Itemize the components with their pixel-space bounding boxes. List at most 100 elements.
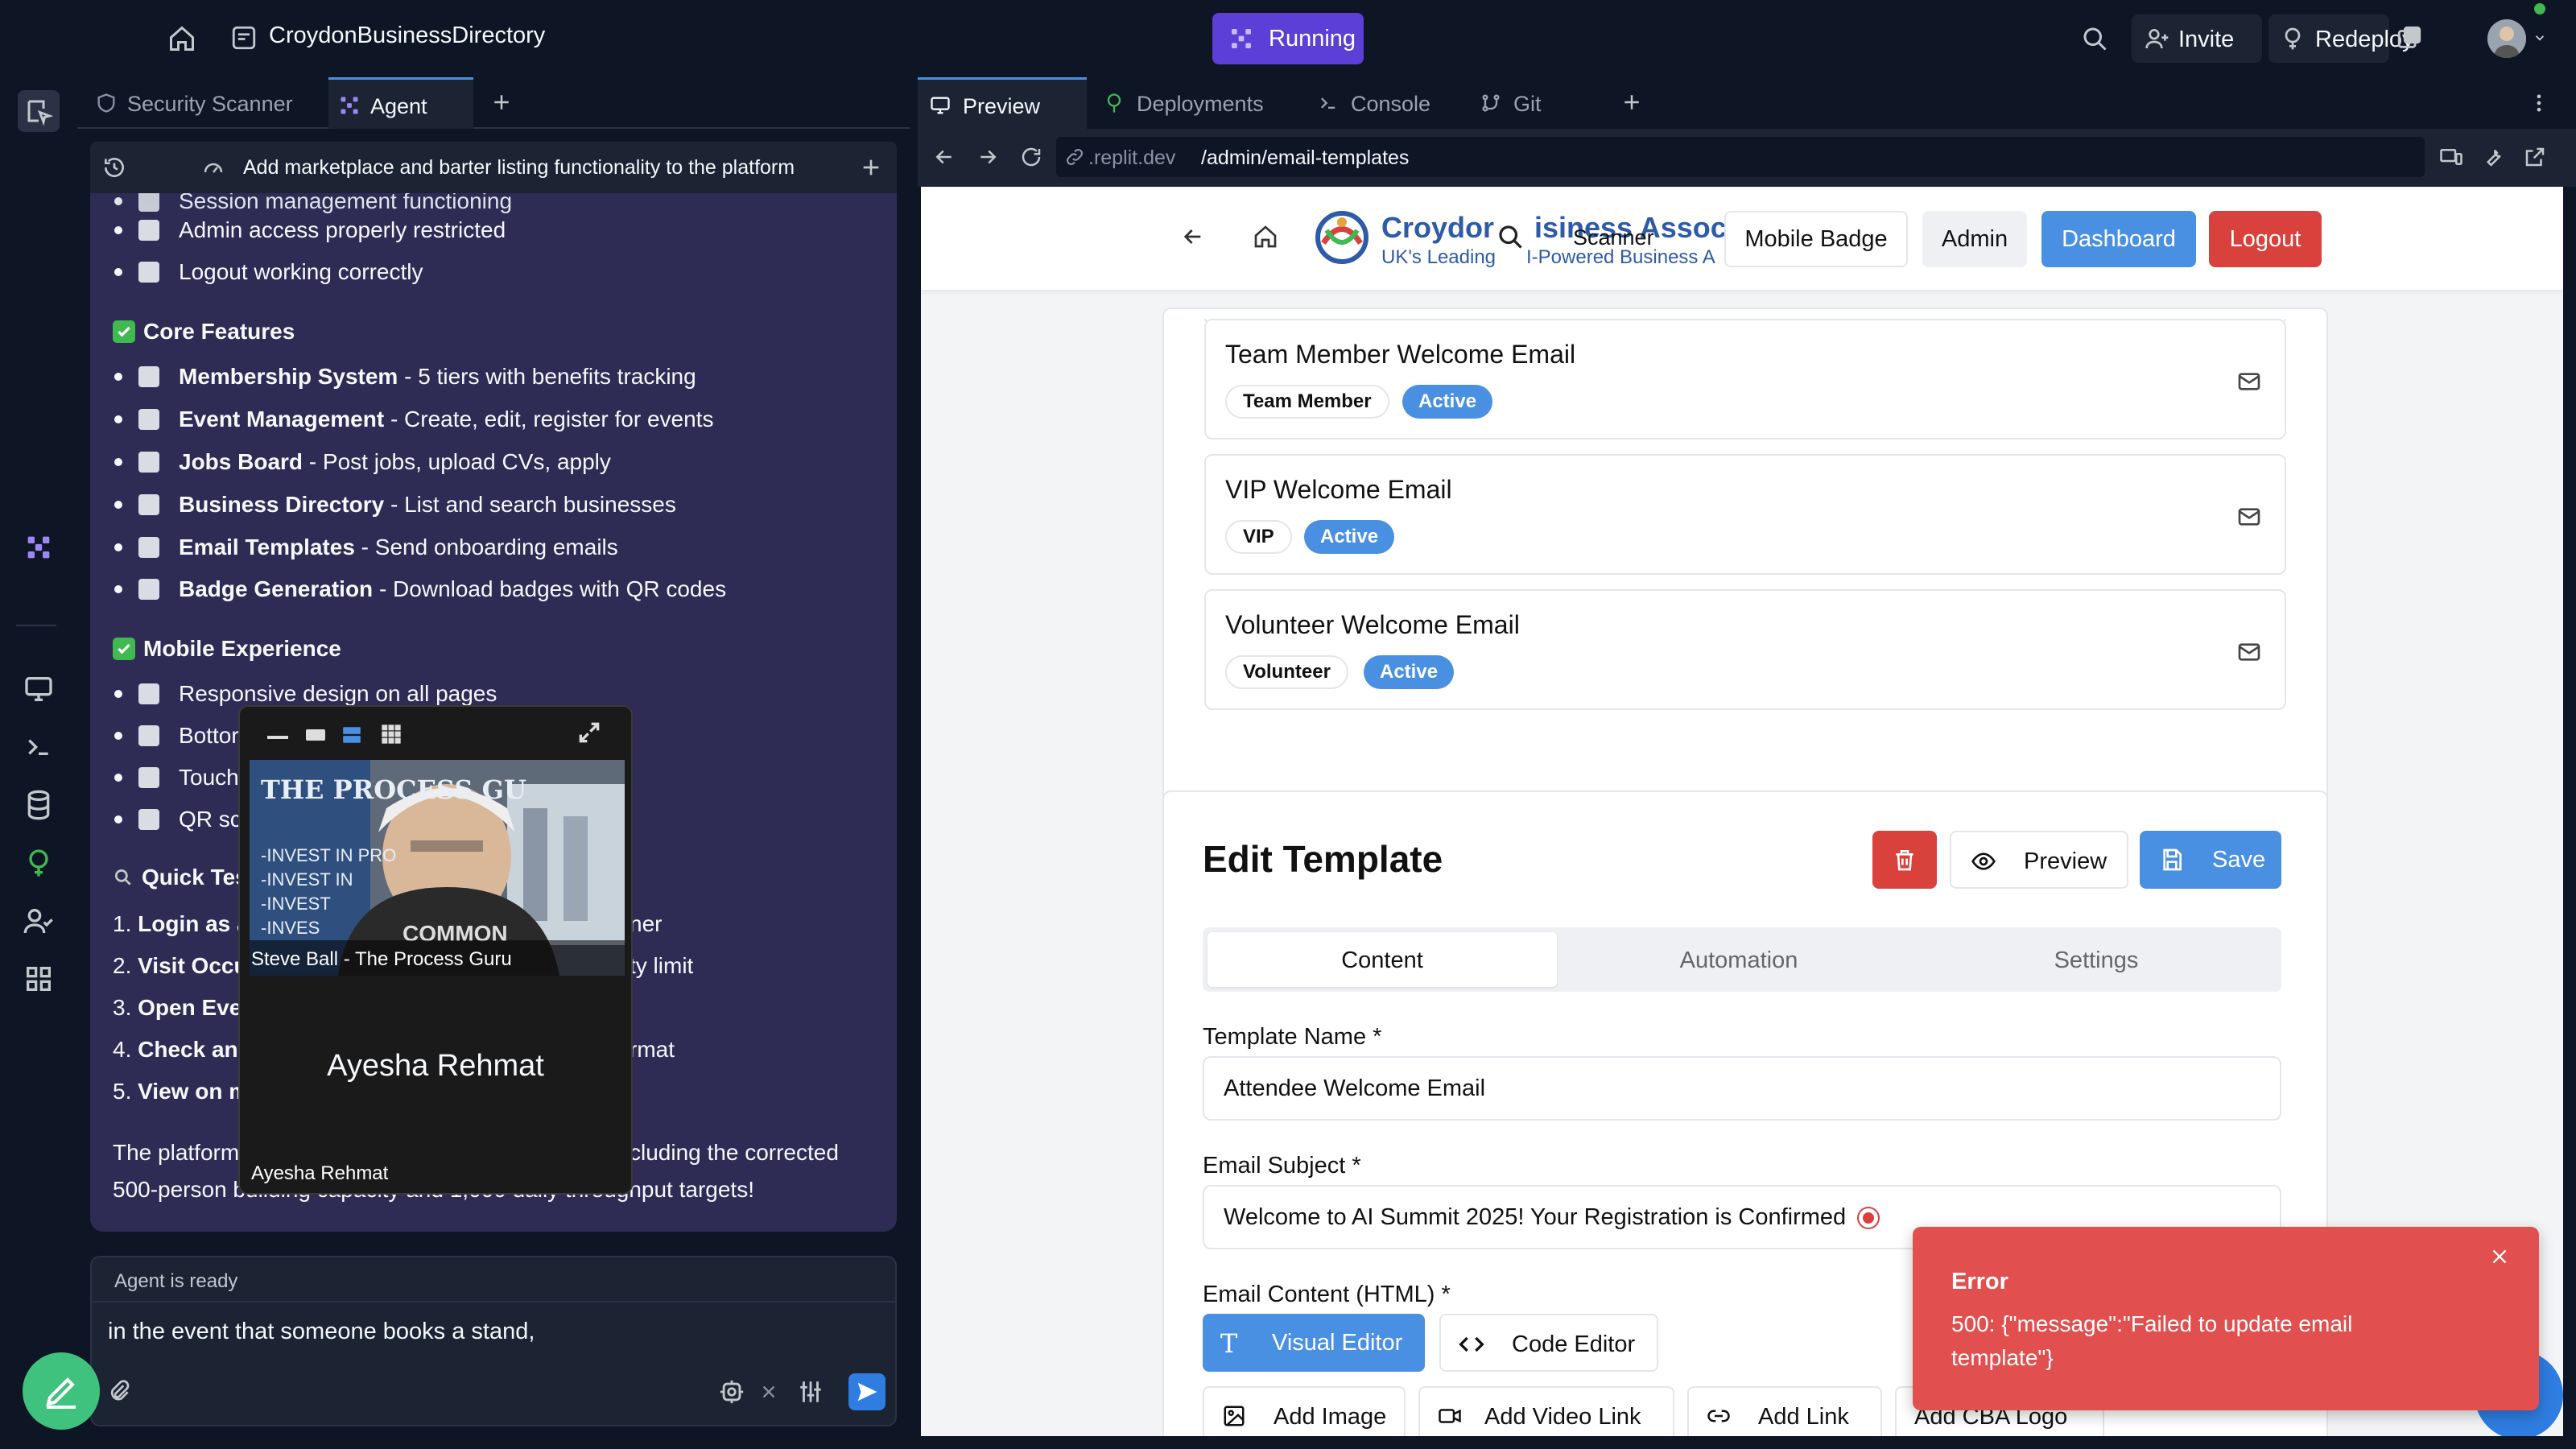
tab-security-scanner[interactable]: Security Scanner bbox=[84, 77, 325, 129]
redeploy-button[interactable]: Redeploy bbox=[2268, 14, 2414, 63]
monitor-icon[interactable] bbox=[23, 673, 55, 705]
minimize-icon[interactable] bbox=[267, 736, 288, 739]
checkbox[interactable] bbox=[138, 220, 159, 241]
admin-button[interactable]: Admin bbox=[1922, 211, 2027, 267]
agent-icon[interactable] bbox=[23, 531, 55, 564]
chevron-down-icon[interactable] bbox=[2533, 31, 2547, 45]
settings-chip-icon[interactable] bbox=[718, 1378, 745, 1406]
template-card[interactable]: Team Member Welcome Email Team Member Ac… bbox=[1204, 319, 2286, 440]
url-field[interactable]: .replit.dev /admin/email-templates bbox=[1056, 137, 2425, 177]
visual-editor-button[interactable]: T Visual Editor bbox=[1203, 1314, 1425, 1372]
tab-content-label: Content bbox=[1341, 947, 1423, 973]
shield-icon bbox=[95, 92, 118, 114]
tab-automation[interactable]: Automation bbox=[1562, 932, 1916, 987]
edit-fab-button[interactable] bbox=[23, 1352, 100, 1430]
open-external-icon[interactable] bbox=[2523, 145, 2547, 169]
chat-input[interactable]: in the event that someone books a stand, bbox=[108, 1319, 535, 1345]
apps-grid-icon[interactable] bbox=[23, 963, 55, 995]
user-avatar[interactable] bbox=[2487, 19, 2526, 58]
back-arrow-icon[interactable] bbox=[932, 145, 956, 169]
add-link-button[interactable]: Add Link bbox=[1687, 1386, 1882, 1436]
grid-layout-icon[interactable] bbox=[380, 723, 402, 745]
preview-button[interactable]: Preview bbox=[1950, 831, 2128, 889]
poster-line: -INVEST bbox=[261, 894, 331, 914]
close-icon[interactable] bbox=[2489, 1246, 2510, 1267]
video-call-overlay[interactable]: THE PROCESS GU -INVEST IN PRO -INVEST IN… bbox=[238, 705, 633, 1195]
search-icon[interactable] bbox=[2080, 24, 2109, 53]
checkbox[interactable] bbox=[138, 366, 159, 387]
tab-content[interactable]: Content bbox=[1208, 932, 1557, 987]
mail-icon[interactable] bbox=[2236, 504, 2262, 530]
devices-icon[interactable] bbox=[2439, 145, 2463, 169]
running-button[interactable]: Running bbox=[1212, 13, 1364, 64]
checkbox[interactable] bbox=[138, 579, 159, 600]
mobile-badge-button[interactable]: Mobile Badge bbox=[1724, 211, 1908, 267]
invite-label: Invite bbox=[2178, 27, 2235, 52]
list-item-tail: ty limit bbox=[630, 953, 694, 978]
checkbox[interactable] bbox=[138, 809, 159, 830]
users-icon[interactable] bbox=[23, 905, 55, 937]
history-icon[interactable] bbox=[101, 155, 127, 180]
code-editor-button[interactable]: Code Editor bbox=[1439, 1314, 1658, 1372]
close-icon[interactable] bbox=[760, 1383, 778, 1401]
forward-arrow-icon[interactable] bbox=[976, 145, 1000, 169]
tab-console[interactable]: Console bbox=[1306, 77, 1463, 129]
tab-agent[interactable]: Agent bbox=[328, 77, 473, 129]
save-label: Save bbox=[2212, 847, 2266, 873]
tab-git[interactable]: Git bbox=[1468, 77, 1581, 129]
expand-icon[interactable] bbox=[576, 720, 602, 745]
wrench-icon[interactable] bbox=[2481, 145, 2505, 169]
add-tab-icon[interactable] bbox=[1620, 90, 1644, 114]
back-arrow-icon[interactable] bbox=[1180, 224, 1206, 250]
checkbox[interactable] bbox=[138, 193, 159, 212]
delete-button[interactable] bbox=[1872, 831, 1937, 889]
tab-deployments[interactable]: Deployments bbox=[1092, 77, 1302, 129]
checkbox[interactable] bbox=[138, 262, 159, 283]
checkbox[interactable] bbox=[138, 409, 159, 430]
database-icon[interactable] bbox=[23, 789, 55, 821]
send-button[interactable] bbox=[848, 1373, 886, 1410]
template-card[interactable]: Volunteer Welcome Email Volunteer Active bbox=[1204, 589, 2286, 710]
checkbox[interactable] bbox=[138, 725, 159, 746]
attach-icon[interactable] bbox=[106, 1378, 132, 1404]
status-badge: Active bbox=[1402, 385, 1493, 419]
files-icon[interactable] bbox=[18, 90, 60, 132]
multiplayer-icon[interactable] bbox=[2396, 24, 2423, 52]
save-button[interactable]: Save bbox=[2140, 831, 2281, 889]
git-icon bbox=[1480, 92, 1502, 114]
poster-heading: THE PROCESS GU bbox=[261, 774, 526, 805]
invite-button[interactable]: Invite bbox=[2132, 14, 2262, 63]
new-thread-icon[interactable] bbox=[858, 155, 884, 180]
sliders-icon[interactable] bbox=[797, 1378, 824, 1406]
tab-settings[interactable]: Settings bbox=[1919, 932, 2273, 987]
checkbox[interactable] bbox=[138, 683, 159, 704]
add-video-link-button[interactable]: Add Video Link bbox=[1418, 1386, 1674, 1436]
checkbox[interactable] bbox=[138, 494, 159, 515]
add-image-button[interactable]: Add Image bbox=[1203, 1386, 1406, 1436]
email-subject-value: Welcome to AI Summit 2025! Your Registra… bbox=[1224, 1204, 1847, 1230]
deployments-icon[interactable] bbox=[23, 847, 55, 879]
checkmark-icon bbox=[113, 638, 135, 660]
list-item: Logout working correctly bbox=[114, 256, 423, 288]
more-vertical-icon[interactable] bbox=[2528, 92, 2550, 114]
logout-button[interactable]: Logout bbox=[2209, 211, 2322, 267]
reload-icon[interactable] bbox=[1019, 145, 1043, 169]
checkbox[interactable] bbox=[138, 452, 159, 473]
search-icon[interactable] bbox=[1496, 222, 1525, 251]
tab-preview[interactable]: Preview bbox=[918, 77, 1087, 129]
mail-icon[interactable] bbox=[2236, 639, 2262, 665]
project-name[interactable]: CroydonBusinessDirectory bbox=[269, 23, 545, 49]
home-icon[interactable] bbox=[167, 24, 196, 53]
scanner-link[interactable]: Scanner bbox=[1573, 225, 1654, 250]
template-name-input[interactable]: Attendee Welcome Email bbox=[1203, 1056, 2281, 1121]
mail-icon[interactable] bbox=[2236, 369, 2262, 394]
add-tab-icon[interactable] bbox=[489, 90, 514, 114]
stack-layout-icon[interactable] bbox=[341, 724, 362, 745]
checkbox[interactable] bbox=[138, 767, 159, 788]
console-icon[interactable] bbox=[23, 731, 55, 763]
small-layout-icon[interactable] bbox=[306, 729, 325, 741]
home-icon[interactable] bbox=[1253, 224, 1278, 250]
checkbox[interactable] bbox=[138, 537, 159, 558]
dashboard-button[interactable]: Dashboard bbox=[2041, 211, 2196, 267]
template-card[interactable]: VIP Welcome Email VIP Active bbox=[1204, 454, 2286, 575]
